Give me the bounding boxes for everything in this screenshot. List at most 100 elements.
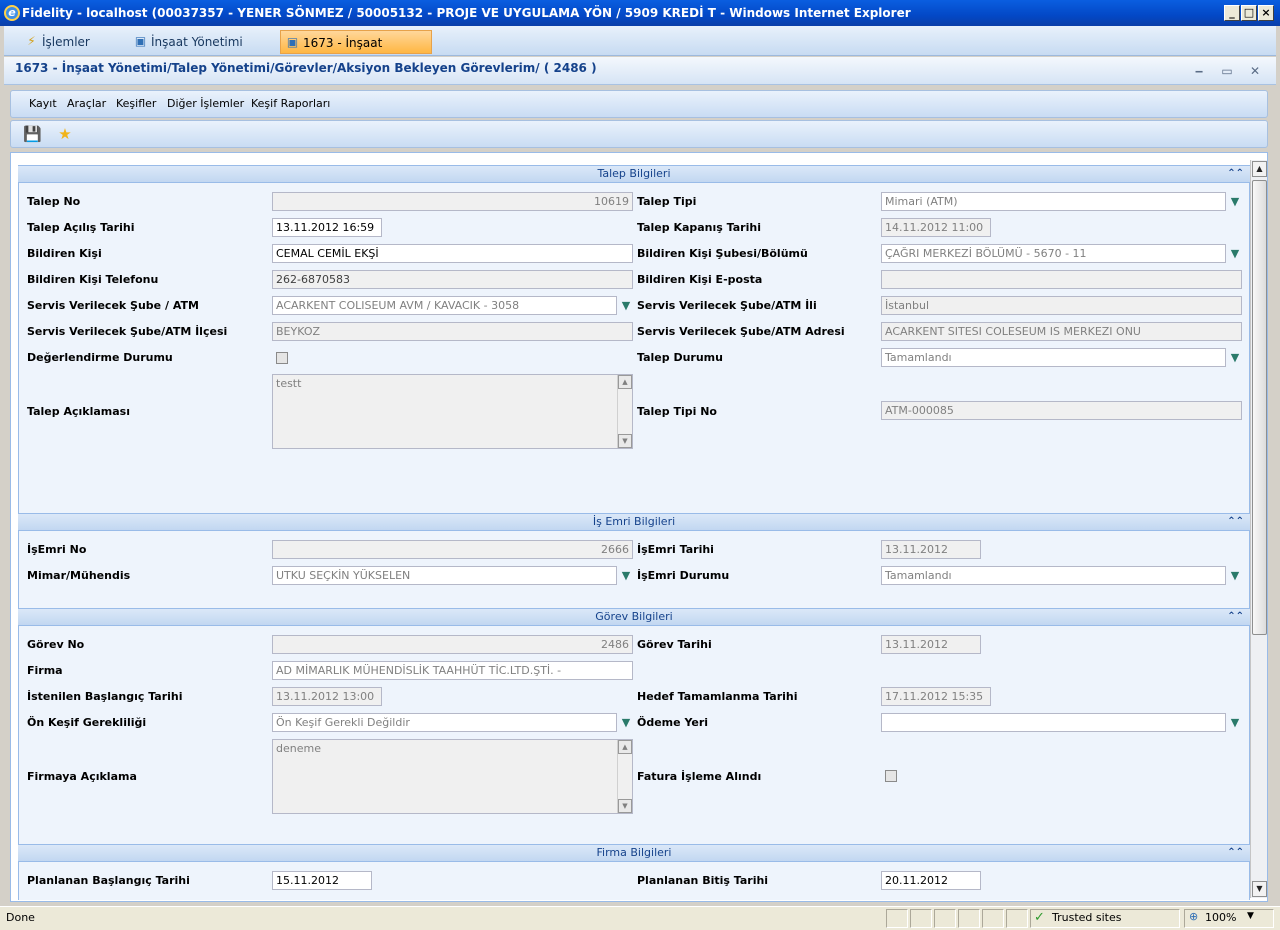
status-cell	[886, 909, 908, 928]
mimar-field[interactable]: UTKU SEÇKİN YÜKSELEN	[272, 566, 617, 585]
minimize-button[interactable]: _	[1224, 5, 1240, 21]
gorev-tarihi-field[interactable]: 13.11.2012	[881, 635, 981, 654]
telefon-field[interactable]: 262-6870583	[272, 270, 633, 289]
window-titlebar: e Fidelity - localhost (00037357 - YENER…	[0, 0, 1280, 26]
menu-araclar[interactable]: Araçlar	[67, 91, 106, 117]
talep-aciklamasi-textarea[interactable]: testt ▲ ▼	[272, 374, 633, 449]
label-gorev-tarihi: Görev Tarihi	[637, 638, 712, 651]
isemri-tarihi-field[interactable]: 13.11.2012	[881, 540, 981, 559]
tab-insaat-yonetimi[interactable]: ▣ İnşaat Yönetimi	[129, 30, 264, 54]
label-acilis-tarihi: Talep Açılış Tarihi	[27, 221, 135, 234]
firma-field[interactable]: AD MİMARLIK MÜHENDİSLİK TAAHHÜT TİC.LTD.…	[272, 661, 633, 680]
acilis-tarihi-field[interactable]: 13.11.2012 16:59	[272, 218, 382, 237]
menu-kayit[interactable]: Kayıt	[29, 91, 57, 117]
gorev-no-field[interactable]: 2486	[272, 635, 633, 654]
maximize-icon[interactable]: ▭	[1219, 63, 1235, 79]
vertical-scrollbar[interactable]: ▲ ▼	[1250, 160, 1267, 898]
servis-il-field[interactable]: İstanbul	[881, 296, 1242, 315]
filter-icon[interactable]: ▼	[1229, 717, 1241, 729]
minimize-icon[interactable]: ‒	[1191, 63, 1207, 79]
planlanan-baslangic-field[interactable]: 15.11.2012	[272, 871, 372, 890]
degerlendirme-checkbox[interactable]	[276, 352, 288, 364]
firmaya-aciklama-textarea[interactable]: deneme ▲ ▼	[272, 739, 633, 814]
scroll-down-icon[interactable]: ▼	[618, 799, 632, 813]
label-gorev-no: Görev No	[27, 638, 85, 651]
section-header-talep[interactable]: Talep Bilgileri ⌃⌃	[18, 165, 1250, 183]
talep-tipi-field[interactable]: Mimari (ATM)	[881, 192, 1226, 211]
label-servis-sube: Servis Verilecek Şube / ATM	[27, 299, 199, 312]
collapse-icon[interactable]: ⌃⌃	[1227, 166, 1244, 182]
status-cell	[958, 909, 980, 928]
label-isemri-tarihi: İşEmri Tarihi	[637, 543, 714, 556]
menu-kesifler[interactable]: Keşifler	[116, 91, 156, 117]
star-icon[interactable]: ★	[56, 125, 74, 143]
security-zone[interactable]: ✓ Trusted sites	[1030, 909, 1180, 928]
servis-adres-field[interactable]: ACARKENT SITESI COLESEUM IS MERKEZI ONU	[881, 322, 1242, 341]
lightning-icon: ⚡	[27, 34, 36, 48]
scroll-down-icon[interactable]: ▼	[618, 434, 632, 448]
textarea-scrollbar[interactable]: ▲ ▼	[617, 740, 632, 813]
talep-durumu-field[interactable]: Tamamlandı	[881, 348, 1226, 367]
on-kesif-field[interactable]: Ön Keşif Gerekli Değildir	[272, 713, 617, 732]
scroll-up-icon[interactable]: ▲	[618, 375, 632, 389]
scroll-up-icon[interactable]: ▲	[1252, 161, 1267, 177]
collapse-icon[interactable]: ⌃⌃	[1227, 845, 1244, 861]
label-talep-aciklamasi: Talep Açıklaması	[27, 405, 130, 418]
isemri-durumu-field[interactable]: Tamamlandı	[881, 566, 1226, 585]
bildiren-sube-field[interactable]: ÇAĞRI MERKEZİ BÖLÜMÜ - 5670 - 11	[881, 244, 1226, 263]
scroll-down-icon[interactable]: ▼	[1252, 881, 1267, 897]
label-talep-tipi-no: Talep Tipi No	[637, 405, 717, 418]
textarea-scrollbar[interactable]: ▲ ▼	[617, 375, 632, 448]
save-icon[interactable]: 💾	[23, 125, 42, 143]
label-firmaya-aciklama: Firmaya Açıklama	[27, 770, 137, 783]
zone-label: Trusted sites	[1052, 911, 1122, 924]
kapanis-tarihi-field[interactable]: 14.11.2012 11:00	[881, 218, 991, 237]
filter-icon[interactable]: ▼	[1229, 570, 1241, 582]
filter-icon[interactable]: ▼	[1229, 352, 1241, 364]
menu-kesif-raporlari[interactable]: Keşif Raporları	[251, 91, 330, 117]
collapse-icon[interactable]: ⌃⌃	[1227, 514, 1244, 530]
zoom-control[interactable]: ⊕ 100% ▼	[1184, 909, 1274, 928]
label-eposta: Bildiren Kişi E-posta	[637, 273, 763, 286]
servis-ilce-field[interactable]: BEYKOZ	[272, 322, 633, 341]
label-telefon: Bildiren Kişi Telefonu	[27, 273, 159, 286]
label-firma: Firma	[27, 664, 63, 677]
filter-icon[interactable]: ▼	[1229, 196, 1241, 208]
bildiren-kisi-field[interactable]: CEMAL CEMİL EKŞİ	[272, 244, 633, 263]
scroll-up-icon[interactable]: ▲	[618, 740, 632, 754]
status-cell	[1006, 909, 1028, 928]
maximize-button[interactable]: □	[1241, 5, 1257, 21]
collapse-icon[interactable]: ⌃⌃	[1227, 609, 1244, 625]
eposta-field[interactable]	[881, 270, 1242, 289]
hedef-tamamlanma-field[interactable]: 17.11.2012 15:35	[881, 687, 991, 706]
filter-icon[interactable]: ▼	[620, 300, 632, 312]
filter-icon[interactable]: ▼	[1229, 248, 1241, 260]
talep-no-field[interactable]: 10619	[272, 192, 633, 211]
istenilen-baslangic-field[interactable]: 13.11.2012 13:00	[272, 687, 382, 706]
tab-1673-insaat[interactable]: ▣ 1673 - İnşaat Yöneti...	[280, 30, 432, 74]
tab-islemler[interactable]: ⚡ İşlemler	[20, 30, 110, 54]
scroll-thumb[interactable]	[1252, 180, 1267, 635]
tab-label: İnşaat Yönetimi	[151, 35, 243, 49]
filter-icon[interactable]: ▼	[620, 717, 632, 729]
planlanan-bitis-field[interactable]: 20.11.2012	[881, 871, 981, 890]
menu-diger-islemler[interactable]: Diğer İşlemler	[167, 91, 244, 117]
label-fatura: Fatura İşleme Alındı	[637, 770, 762, 783]
close-icon[interactable]: ✕	[1247, 63, 1263, 79]
status-cell	[934, 909, 956, 928]
section-body-gorev	[18, 626, 1250, 844]
close-button[interactable]: ×	[1258, 5, 1274, 21]
section-header-gorev[interactable]: Görev Bilgileri ⌃⌃	[18, 608, 1250, 626]
section-header-firma[interactable]: Firma Bilgileri ⌃⌃	[18, 844, 1250, 862]
filter-icon[interactable]: ▼	[620, 570, 632, 582]
talep-tipi-no-field[interactable]: ATM-000085	[881, 401, 1242, 420]
ie-icon: e	[4, 5, 20, 21]
fatura-checkbox[interactable]	[885, 770, 897, 782]
odeme-yeri-field[interactable]	[881, 713, 1226, 732]
label-talep-tipi: Talep Tipi	[637, 195, 697, 208]
section-header-isemri[interactable]: İş Emri Bilgileri ⌃⌃	[18, 513, 1250, 531]
label-servis-adres: Servis Verilecek Şube/ATM Adresi	[637, 325, 845, 338]
servis-sube-field[interactable]: ACARKENT COLISEUM AVM / KAVACIK - 3058	[272, 296, 617, 315]
label-planlanan-baslangic: Planlanan Başlangıç Tarihi	[27, 874, 190, 887]
isemri-no-field[interactable]: 2666	[272, 540, 633, 559]
